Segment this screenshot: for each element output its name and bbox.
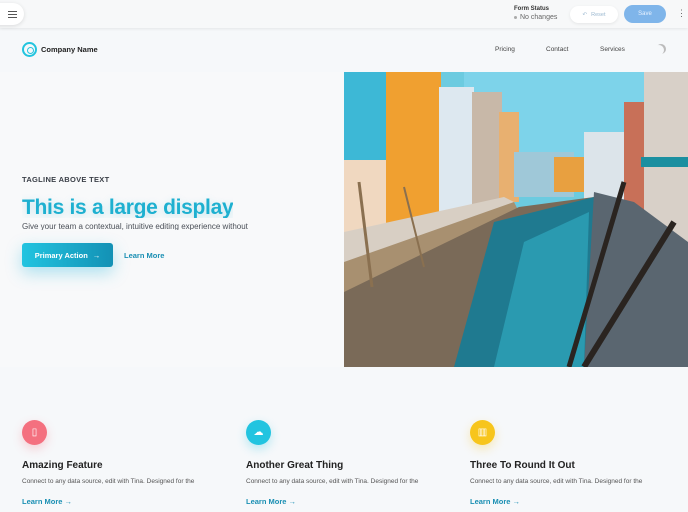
feature-description: Connect to any data source, edit with Ti…: [470, 478, 643, 485]
hamburger-icon: [7, 10, 17, 18]
feature-card: ☁ Another Great Thing Connect to any dat…: [246, 420, 446, 506]
reset-button[interactable]: ↶ Reset: [570, 6, 618, 23]
hero-tagline: TAGLINE ABOVE TEXT: [22, 175, 110, 184]
form-status: Form Status No changes: [514, 5, 557, 22]
reset-label: Reset: [591, 11, 606, 18]
hero-learn-more-link[interactable]: Learn More: [124, 251, 164, 260]
feature-title: Another Great Thing: [246, 460, 344, 470]
nav-contact[interactable]: Contact: [546, 46, 568, 53]
more-options-icon[interactable]: ⋮: [677, 7, 686, 19]
feature-learn-more-link[interactable]: Learn More →: [246, 497, 446, 506]
nav-pricing[interactable]: Pricing: [495, 46, 515, 53]
coffee-cup-icon: ▯: [22, 420, 47, 445]
save-button[interactable]: Save: [624, 5, 666, 23]
site-header: Company Name Pricing Contact Services: [0, 28, 688, 72]
feature-learn-more-link[interactable]: Learn More →: [470, 497, 670, 506]
hero-title: This is a large display: [22, 196, 234, 218]
undo-icon: ↶: [582, 11, 588, 18]
feature-card: ▯ Amazing Feature Connect to any data so…: [22, 420, 222, 506]
feature-title: Three To Round It Out: [470, 460, 575, 470]
logo-icon[interactable]: [22, 42, 37, 57]
hero-section: [0, 72, 344, 367]
map-icon: ▥: [470, 420, 495, 445]
nav-services[interactable]: Services: [600, 46, 625, 53]
feature-title: Amazing Feature: [22, 460, 103, 470]
cloud-icon: ☁: [246, 420, 271, 445]
company-name[interactable]: Company Name: [41, 45, 98, 54]
dark-mode-toggle-icon[interactable]: [656, 44, 666, 54]
form-toolbar: Form Status No changes ↶ Reset Save ⋮: [0, 0, 688, 28]
feature-card: ▥ Three To Round It Out Connect to any d…: [470, 420, 670, 506]
primary-action-label: Primary Action: [34, 250, 88, 260]
feature-description: Connect to any data source, edit with Ti…: [246, 478, 419, 485]
sidebar-menu-button[interactable]: [0, 3, 24, 25]
form-status-value: No changes: [520, 14, 558, 21]
arrow-right-icon: →: [92, 250, 101, 260]
feature-description: Connect to any data source, edit with Ti…: [22, 478, 195, 485]
hero-subtitle: Give your team a contextual, intuitive e…: [22, 222, 248, 230]
hero-image: [344, 72, 688, 367]
primary-action-button[interactable]: Primary Action →: [22, 243, 113, 267]
feature-learn-more-link[interactable]: Learn More →: [22, 497, 222, 506]
form-status-label: Form Status: [514, 6, 550, 12]
status-dot-icon: [514, 15, 517, 19]
